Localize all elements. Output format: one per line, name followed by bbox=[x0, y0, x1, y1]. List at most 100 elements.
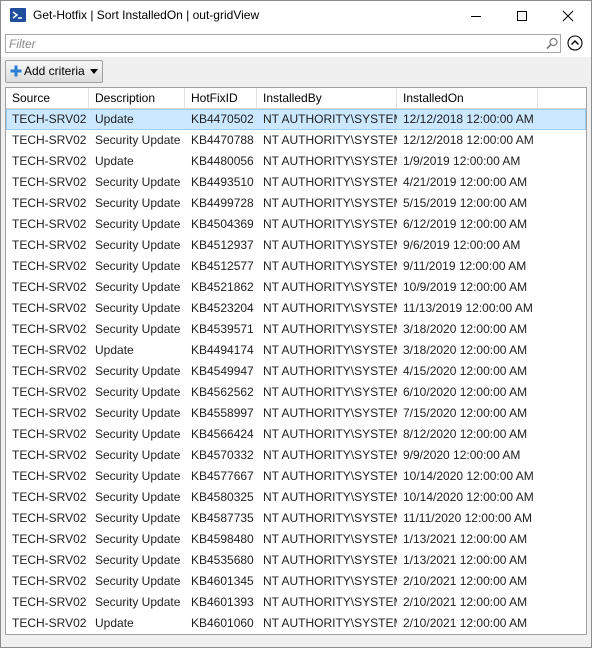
cell-hotfixid: KB4504369 bbox=[191, 217, 254, 231]
cell-description: Security Update bbox=[95, 469, 181, 483]
cell-description: Security Update bbox=[95, 490, 181, 504]
cell-description: Security Update bbox=[95, 574, 181, 588]
table-row[interactable]: TECH-SRV02 Security Update KB4598480 NT AUT… bbox=[6, 529, 586, 550]
title-bar[interactable]: Get-Hotfix | Sort InstalledOn | out-grid… bbox=[1, 1, 591, 31]
cell-source: TECH-SRV02 bbox=[12, 259, 87, 273]
table-row[interactable]: TECH-SRV02 Security Update KB4580325 NT AUT… bbox=[6, 487, 586, 508]
cell-description: Security Update bbox=[95, 385, 181, 399]
cell-source: TECH-SRV02 bbox=[12, 112, 87, 126]
minimize-button[interactable] bbox=[453, 1, 499, 31]
cell-installedon: 12/12/2018 12:00:00 AM bbox=[403, 133, 534, 147]
powershell-icon bbox=[10, 8, 26, 22]
gridview-window: Get-Hotfix | Sort InstalledOn | out-grid… bbox=[0, 0, 592, 648]
close-button[interactable] bbox=[545, 1, 591, 31]
cell-installedon: 1/9/2019 12:00:00 AM bbox=[403, 154, 521, 168]
cell-hotfixid: KB4539571 bbox=[191, 322, 254, 336]
grid-header: Source Description HotFixID InstalledBy … bbox=[6, 88, 586, 109]
filter-bar bbox=[1, 31, 591, 57]
table-row[interactable]: TECH-SRV02 Security Update KB4523204 NT AUT… bbox=[6, 298, 586, 319]
column-header-hotfixid[interactable]: HotFixID bbox=[185, 88, 257, 108]
cell-installedon: 8/12/2020 12:00:00 AM bbox=[403, 427, 528, 441]
cell-source: TECH-SRV02 bbox=[12, 469, 87, 483]
table-row[interactable]: TECH-SRV02 Security Update KB4535680 NT AUT… bbox=[6, 550, 586, 571]
table-row[interactable]: TECH-SRV02 Security Update KB4470788 NT AUT… bbox=[6, 130, 586, 151]
table-row[interactable]: TECH-SRV02 Security Update KB4562562 NT AUT… bbox=[6, 382, 586, 403]
cell-source: TECH-SRV02 bbox=[12, 133, 87, 147]
table-row[interactable]: TECH-SRV02 Security Update KB4587735 NT AUT… bbox=[6, 508, 586, 529]
table-row[interactable]: TECH-SRV02 Security Update KB4493510 NT AUT… bbox=[6, 172, 586, 193]
cell-installedon: 1/13/2021 12:00:00 AM bbox=[403, 532, 528, 546]
cell-source: TECH-SRV02 bbox=[12, 448, 87, 462]
table-row[interactable]: TECH-SRV02 Security Update KB4539571 NT AUT… bbox=[6, 319, 586, 340]
cell-installedby: NT AUTHORITY\SYSTEM bbox=[263, 364, 397, 378]
results-grid[interactable]: Source Description HotFixID InstalledBy … bbox=[5, 87, 587, 635]
cell-installedon: 9/11/2019 12:00:00 AM bbox=[403, 259, 527, 273]
table-row[interactable]: TECH-SRV02 Security Update KB4504369 NT AUT… bbox=[6, 214, 586, 235]
cell-description: Update bbox=[95, 154, 134, 168]
table-row[interactable]: TECH-SRV02 Update KB4601060 NT AUTHORITY\SY… bbox=[6, 613, 586, 634]
cell-installedon: 11/11/2020 12:00:00 AM bbox=[403, 511, 532, 525]
table-row[interactable]: TECH-SRV02 Security Update KB4601393 NT AUT… bbox=[6, 592, 586, 613]
cell-installedby: NT AUTHORITY\SYSTEM bbox=[263, 217, 397, 231]
cell-source: TECH-SRV02 bbox=[12, 196, 87, 210]
cell-installedon: 9/6/2019 12:00:00 AM bbox=[403, 238, 521, 252]
cell-installedon: 2/10/2021 12:00:00 AM bbox=[403, 595, 528, 609]
cell-source: TECH-SRV02 bbox=[12, 301, 87, 315]
table-row[interactable]: TECH-SRV02 Update KB4470502 NT AUTHORITY\SY… bbox=[6, 109, 586, 130]
cell-hotfixid: KB4470788 bbox=[191, 133, 254, 147]
cell-installedby: NT AUTHORITY\SYSTEM bbox=[263, 490, 397, 504]
filter-input[interactable] bbox=[9, 36, 529, 51]
table-row[interactable]: TECH-SRV02 Update KB4494174 NT AUTHORITY\SY… bbox=[6, 340, 586, 361]
table-row[interactable]: TECH-SRV02 Update KB4480056 NT AUTHORITY\SY… bbox=[6, 151, 586, 172]
table-row[interactable]: TECH-SRV02 Security Update KB4549947 NT AUT… bbox=[6, 361, 586, 382]
column-header-description[interactable]: Description bbox=[89, 88, 185, 108]
cell-source: TECH-SRV02 bbox=[12, 154, 87, 168]
add-criteria-button[interactable]: Add criteria bbox=[5, 60, 103, 83]
cell-installedby: NT AUTHORITY\SYSTEM bbox=[263, 532, 397, 546]
column-header-source[interactable]: Source bbox=[6, 88, 89, 108]
search-icon[interactable] bbox=[544, 36, 560, 52]
cell-installedby: NT AUTHORITY\SYSTEM bbox=[263, 112, 397, 126]
close-icon bbox=[562, 10, 574, 22]
cell-description: Security Update bbox=[95, 406, 181, 420]
table-row[interactable]: TECH-SRV02 Security Update KB4512577 NT AUT… bbox=[6, 256, 586, 277]
chevron-up-circle-icon[interactable] bbox=[567, 35, 583, 51]
cell-source: TECH-SRV02 bbox=[12, 364, 87, 378]
caret-down-icon bbox=[90, 69, 98, 74]
add-criteria-label: Add criteria bbox=[24, 64, 85, 78]
table-row[interactable]: TECH-SRV02 Security Update KB4499728 NT AUT… bbox=[6, 193, 586, 214]
cell-installedby: NT AUTHORITY\SYSTEM bbox=[263, 322, 397, 336]
cell-installedon: 6/12/2019 12:00:00 AM bbox=[403, 217, 528, 231]
table-row[interactable]: TECH-SRV02 Security Update KB4512937 NT AUT… bbox=[6, 235, 586, 256]
cell-hotfixid: KB4601060 bbox=[191, 616, 254, 630]
cell-hotfixid: KB4480056 bbox=[191, 154, 254, 168]
cell-description: Security Update bbox=[95, 280, 181, 294]
cell-installedby: NT AUTHORITY\SYSTEM bbox=[263, 553, 397, 567]
cell-source: TECH-SRV02 bbox=[12, 322, 87, 336]
table-row[interactable]: TECH-SRV02 Security Update KB4577667 NT AUT… bbox=[6, 466, 586, 487]
cell-source: TECH-SRV02 bbox=[12, 175, 87, 189]
cell-hotfixid: KB4535680 bbox=[191, 553, 254, 567]
table-row[interactable]: TECH-SRV02 Security Update KB4570332 NT AUT… bbox=[6, 445, 586, 466]
cell-installedby: NT AUTHORITY\SYSTEM bbox=[263, 154, 397, 168]
table-row[interactable]: TECH-SRV02 Security Update KB4601345 NT AUT… bbox=[6, 571, 586, 592]
cell-description: Security Update bbox=[95, 259, 181, 273]
cell-hotfixid: KB4512937 bbox=[191, 238, 254, 252]
cell-description: Security Update bbox=[95, 511, 181, 525]
cell-installedby: NT AUTHORITY\SYSTEM bbox=[263, 196, 397, 210]
column-header-installedon[interactable]: InstalledOn bbox=[397, 88, 538, 108]
cell-source: TECH-SRV02 bbox=[12, 385, 87, 399]
cell-installedby: NT AUTHORITY\SYSTEM bbox=[263, 574, 397, 588]
cell-description: Security Update bbox=[95, 427, 181, 441]
table-row[interactable]: TECH-SRV02 Security Update KB4521862 NT AUT… bbox=[6, 277, 586, 298]
cell-source: TECH-SRV02 bbox=[12, 574, 87, 588]
maximize-button[interactable] bbox=[499, 1, 545, 31]
cell-installedby: NT AUTHORITY\SYSTEM bbox=[263, 448, 397, 462]
cell-description: Security Update bbox=[95, 238, 181, 252]
cell-installedon: 2/10/2021 12:00:00 AM bbox=[403, 616, 528, 630]
column-header-installedby[interactable]: InstalledBy bbox=[257, 88, 397, 108]
table-row[interactable]: TECH-SRV02 Security Update KB4566424 NT AUT… bbox=[6, 424, 586, 445]
cell-description: Update bbox=[95, 112, 134, 126]
cell-hotfixid: KB4601345 bbox=[191, 574, 254, 588]
table-row[interactable]: TECH-SRV02 Security Update KB4558997 NT AUT… bbox=[6, 403, 586, 424]
